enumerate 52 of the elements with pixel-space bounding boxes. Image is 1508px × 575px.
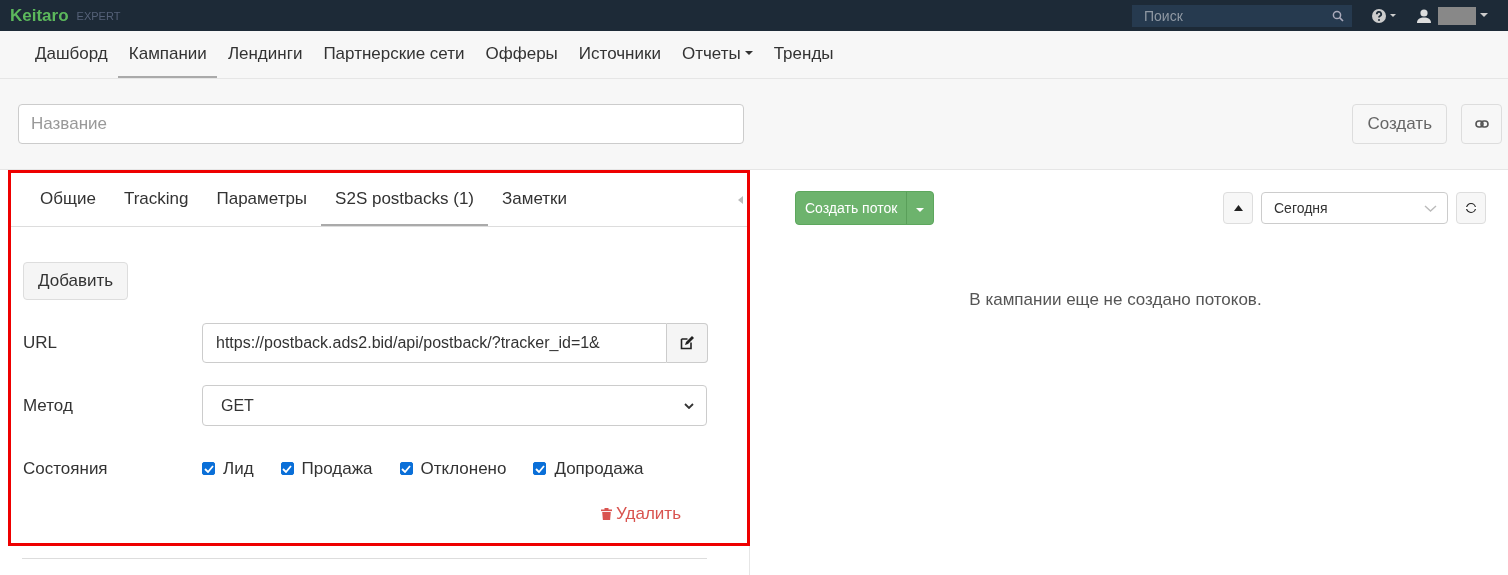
url-field[interactable]: https://postback.ads2.bid/api/postback/?tracker_id=1& (202, 322, 667, 363)
triangle-up-icon (1233, 205, 1243, 211)
nav-item[interactable]: Лендинги (216, 31, 313, 78)
tab[interactable]: Общие (26, 173, 110, 226)
nav-item[interactable]: Дашборд (24, 31, 118, 78)
blurred-username (1438, 6, 1476, 25)
nav-item[interactable]: Офферы (474, 31, 568, 78)
period-select[interactable]: Сегодня (1261, 192, 1448, 224)
edition-label: EXPERT (76, 9, 121, 22)
search-icon (1332, 9, 1344, 22)
link-button[interactable] (1461, 104, 1502, 144)
checkbox[interactable] (399, 462, 413, 475)
add-button[interactable]: Добавить (23, 262, 129, 300)
checkbox[interactable] (533, 462, 547, 475)
search-field[interactable]: Поиск (1132, 4, 1352, 27)
nav-item[interactable]: Источники (567, 31, 671, 78)
trash-icon (601, 508, 613, 520)
delete-link[interactable]: Удалить (595, 503, 687, 525)
tab[interactable]: Tracking (109, 173, 203, 226)
checkbox-label: Допродажа (554, 458, 644, 479)
nav-item[interactable]: Отчеты (670, 31, 763, 78)
checkbox-label: Отклонено (420, 458, 507, 479)
create-button[interactable]: Создать (1352, 104, 1447, 144)
caret-icon (916, 207, 925, 213)
refresh-button[interactable] (1456, 192, 1486, 224)
caret-icon (744, 51, 753, 56)
user-icon[interactable] (1416, 8, 1432, 23)
method-select[interactable]: GET (202, 385, 707, 426)
edit-button[interactable] (667, 322, 708, 363)
checkbox-label: Продажа (301, 458, 373, 479)
checkbox[interactable] (202, 462, 215, 475)
chevron-down-icon (1424, 204, 1437, 212)
nav-item[interactable]: Тренды (762, 31, 844, 78)
method-label: Метод (23, 395, 74, 416)
url-label: URL (23, 332, 58, 353)
nav-item[interactable]: Партнерские сети (312, 31, 475, 78)
link-icon (1474, 120, 1489, 128)
caret-icon[interactable] (1480, 13, 1488, 18)
tab[interactable]: Параметры (202, 173, 322, 226)
tab[interactable]: Заметки (488, 173, 582, 226)
logo[interactable]: Keitaro (10, 5, 69, 26)
tab[interactable]: S2S postbacks (1) (321, 173, 488, 226)
refresh-icon (1465, 202, 1477, 214)
checkbox[interactable] (280, 462, 294, 475)
name-field[interactable]: Название (18, 104, 744, 144)
empty-message: В кампании еще не создано потоков. (968, 290, 1263, 310)
sort-button[interactable] (1223, 192, 1253, 224)
checkbox-label: Лид (223, 458, 254, 479)
edit-icon (680, 335, 694, 350)
states-label: Состояния (23, 458, 109, 479)
chevron-down-icon (684, 402, 694, 409)
help-icon[interactable] (1372, 8, 1398, 23)
